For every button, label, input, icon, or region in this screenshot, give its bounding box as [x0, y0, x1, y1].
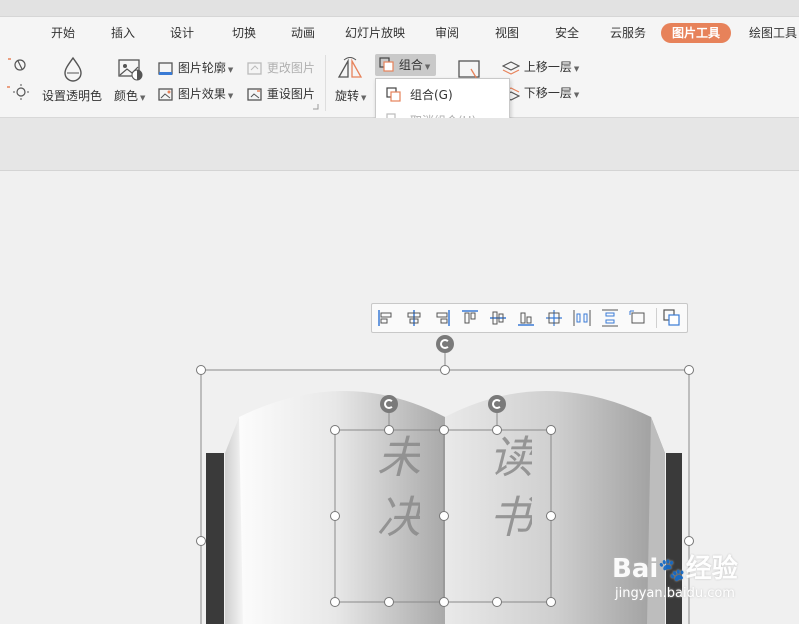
tab-design[interactable]: 设计: [161, 23, 203, 43]
change-picture-icon: [247, 61, 262, 75]
picture-color-icon[interactable]: [117, 57, 143, 81]
resize-handle[interactable]: [439, 597, 449, 607]
reset-picture-icon: [247, 87, 262, 101]
reset-picture-button[interactable]: 重设图片: [247, 85, 315, 102]
bring-forward-button[interactable]: 上移一层 ▼: [502, 58, 579, 76]
resize-handle[interactable]: [330, 511, 340, 521]
resize-handle[interactable]: [440, 365, 450, 375]
tab-start[interactable]: 开始: [42, 23, 84, 43]
resize-handle[interactable]: [684, 365, 694, 375]
align-left-icon[interactable]: [376, 308, 396, 328]
distribute-vertical-icon[interactable]: [600, 308, 620, 328]
group-icon: [386, 87, 401, 102]
picture-outline-button[interactable]: 图片轮廓 ▼: [158, 59, 233, 76]
picture-effect-icon: [158, 87, 173, 101]
bring-forward-icon: [502, 60, 520, 75]
resize-handle[interactable]: [196, 536, 206, 546]
set-transparent-color-button[interactable]: 设置透明色: [42, 87, 102, 104]
align-center-both-icon[interactable]: [544, 308, 564, 328]
resize-handle[interactable]: [330, 425, 340, 435]
align-middle-icon[interactable]: [488, 308, 508, 328]
picture-outline-icon: [158, 61, 173, 75]
title-bar: [0, 0, 799, 17]
baidu-watermark-url: jingyan.baidu.com: [615, 586, 735, 601]
tab-transition[interactable]: 切换: [223, 23, 265, 43]
tab-drawing-tools[interactable]: 绘图工具: [743, 23, 799, 43]
change-picture-button[interactable]: 更改图片: [247, 59, 315, 76]
resize-handle[interactable]: [492, 425, 502, 435]
resize-handle[interactable]: [492, 597, 502, 607]
rotate-icon[interactable]: [336, 56, 364, 80]
resize-handle[interactable]: [330, 597, 340, 607]
right-page-calligraphy[interactable]: 读书: [474, 434, 538, 554]
group-icon[interactable]: [662, 308, 682, 328]
tab-cloud[interactable]: 云服务: [602, 23, 654, 43]
tab-view[interactable]: 视图: [486, 23, 528, 43]
rotate-handle[interactable]: [436, 335, 454, 353]
ribbon-tab-bar: 开始 插入 设计 切换 动画 幻灯片放映 审阅 视图 安全 云服务 图片工具 绘…: [0, 17, 799, 47]
resize-handle[interactable]: [546, 597, 556, 607]
distribute-horizontal-icon[interactable]: [572, 308, 592, 328]
fit-to-slide-icon[interactable]: [628, 308, 648, 328]
resize-handle[interactable]: [384, 597, 394, 607]
crop-small-icon[interactable]: [6, 57, 32, 73]
brightness-icon[interactable]: [6, 83, 32, 101]
send-backward-button[interactable]: 下移一层 ▼: [502, 84, 579, 102]
tab-review[interactable]: 审阅: [426, 23, 468, 43]
ribbon-separator: [325, 55, 326, 111]
tab-animation[interactable]: 动画: [282, 23, 324, 43]
resize-handle[interactable]: [546, 511, 556, 521]
paw-icon: 🐾: [658, 558, 686, 583]
book-cover-left: [206, 453, 224, 624]
tab-slideshow[interactable]: 幻灯片放映: [338, 23, 412, 43]
tab-picture-tools[interactable]: 图片工具: [661, 23, 731, 43]
picture-effect-button[interactable]: 图片效果 ▼: [158, 85, 233, 102]
resize-handle[interactable]: [546, 425, 556, 435]
resize-handle[interactable]: [684, 536, 694, 546]
group-icon: [379, 57, 394, 72]
tab-security[interactable]: 安全: [546, 23, 588, 43]
resize-handle[interactable]: [384, 425, 394, 435]
group-button[interactable]: 组合 ▼: [375, 54, 436, 76]
align-bottom-icon[interactable]: [516, 308, 536, 328]
rotate-handle[interactable]: [488, 395, 506, 413]
left-page-calligraphy[interactable]: 未决: [362, 434, 426, 554]
dialog-launcher-icon[interactable]: [313, 104, 319, 110]
slide-thumbnail-band: [0, 118, 799, 171]
align-center-icon[interactable]: [404, 308, 424, 328]
rotate-handle[interactable]: [380, 395, 398, 413]
resize-handle[interactable]: [439, 425, 449, 435]
align-right-icon[interactable]: [432, 308, 452, 328]
align-top-icon[interactable]: [460, 308, 480, 328]
tab-insert[interactable]: 插入: [102, 23, 144, 43]
alignment-toolbar: [371, 303, 688, 333]
rotate-button[interactable]: 旋转 ▼: [335, 87, 366, 104]
transparent-color-icon[interactable]: [60, 56, 86, 82]
resize-handle[interactable]: [196, 365, 206, 375]
color-button[interactable]: 颜色 ▼: [114, 87, 145, 104]
baidu-watermark: Bai🐾经验: [612, 554, 738, 584]
toolbar-separator: [656, 308, 657, 328]
menu-item-group[interactable]: 组合(G): [376, 83, 509, 107]
resize-handle[interactable]: [439, 511, 449, 521]
